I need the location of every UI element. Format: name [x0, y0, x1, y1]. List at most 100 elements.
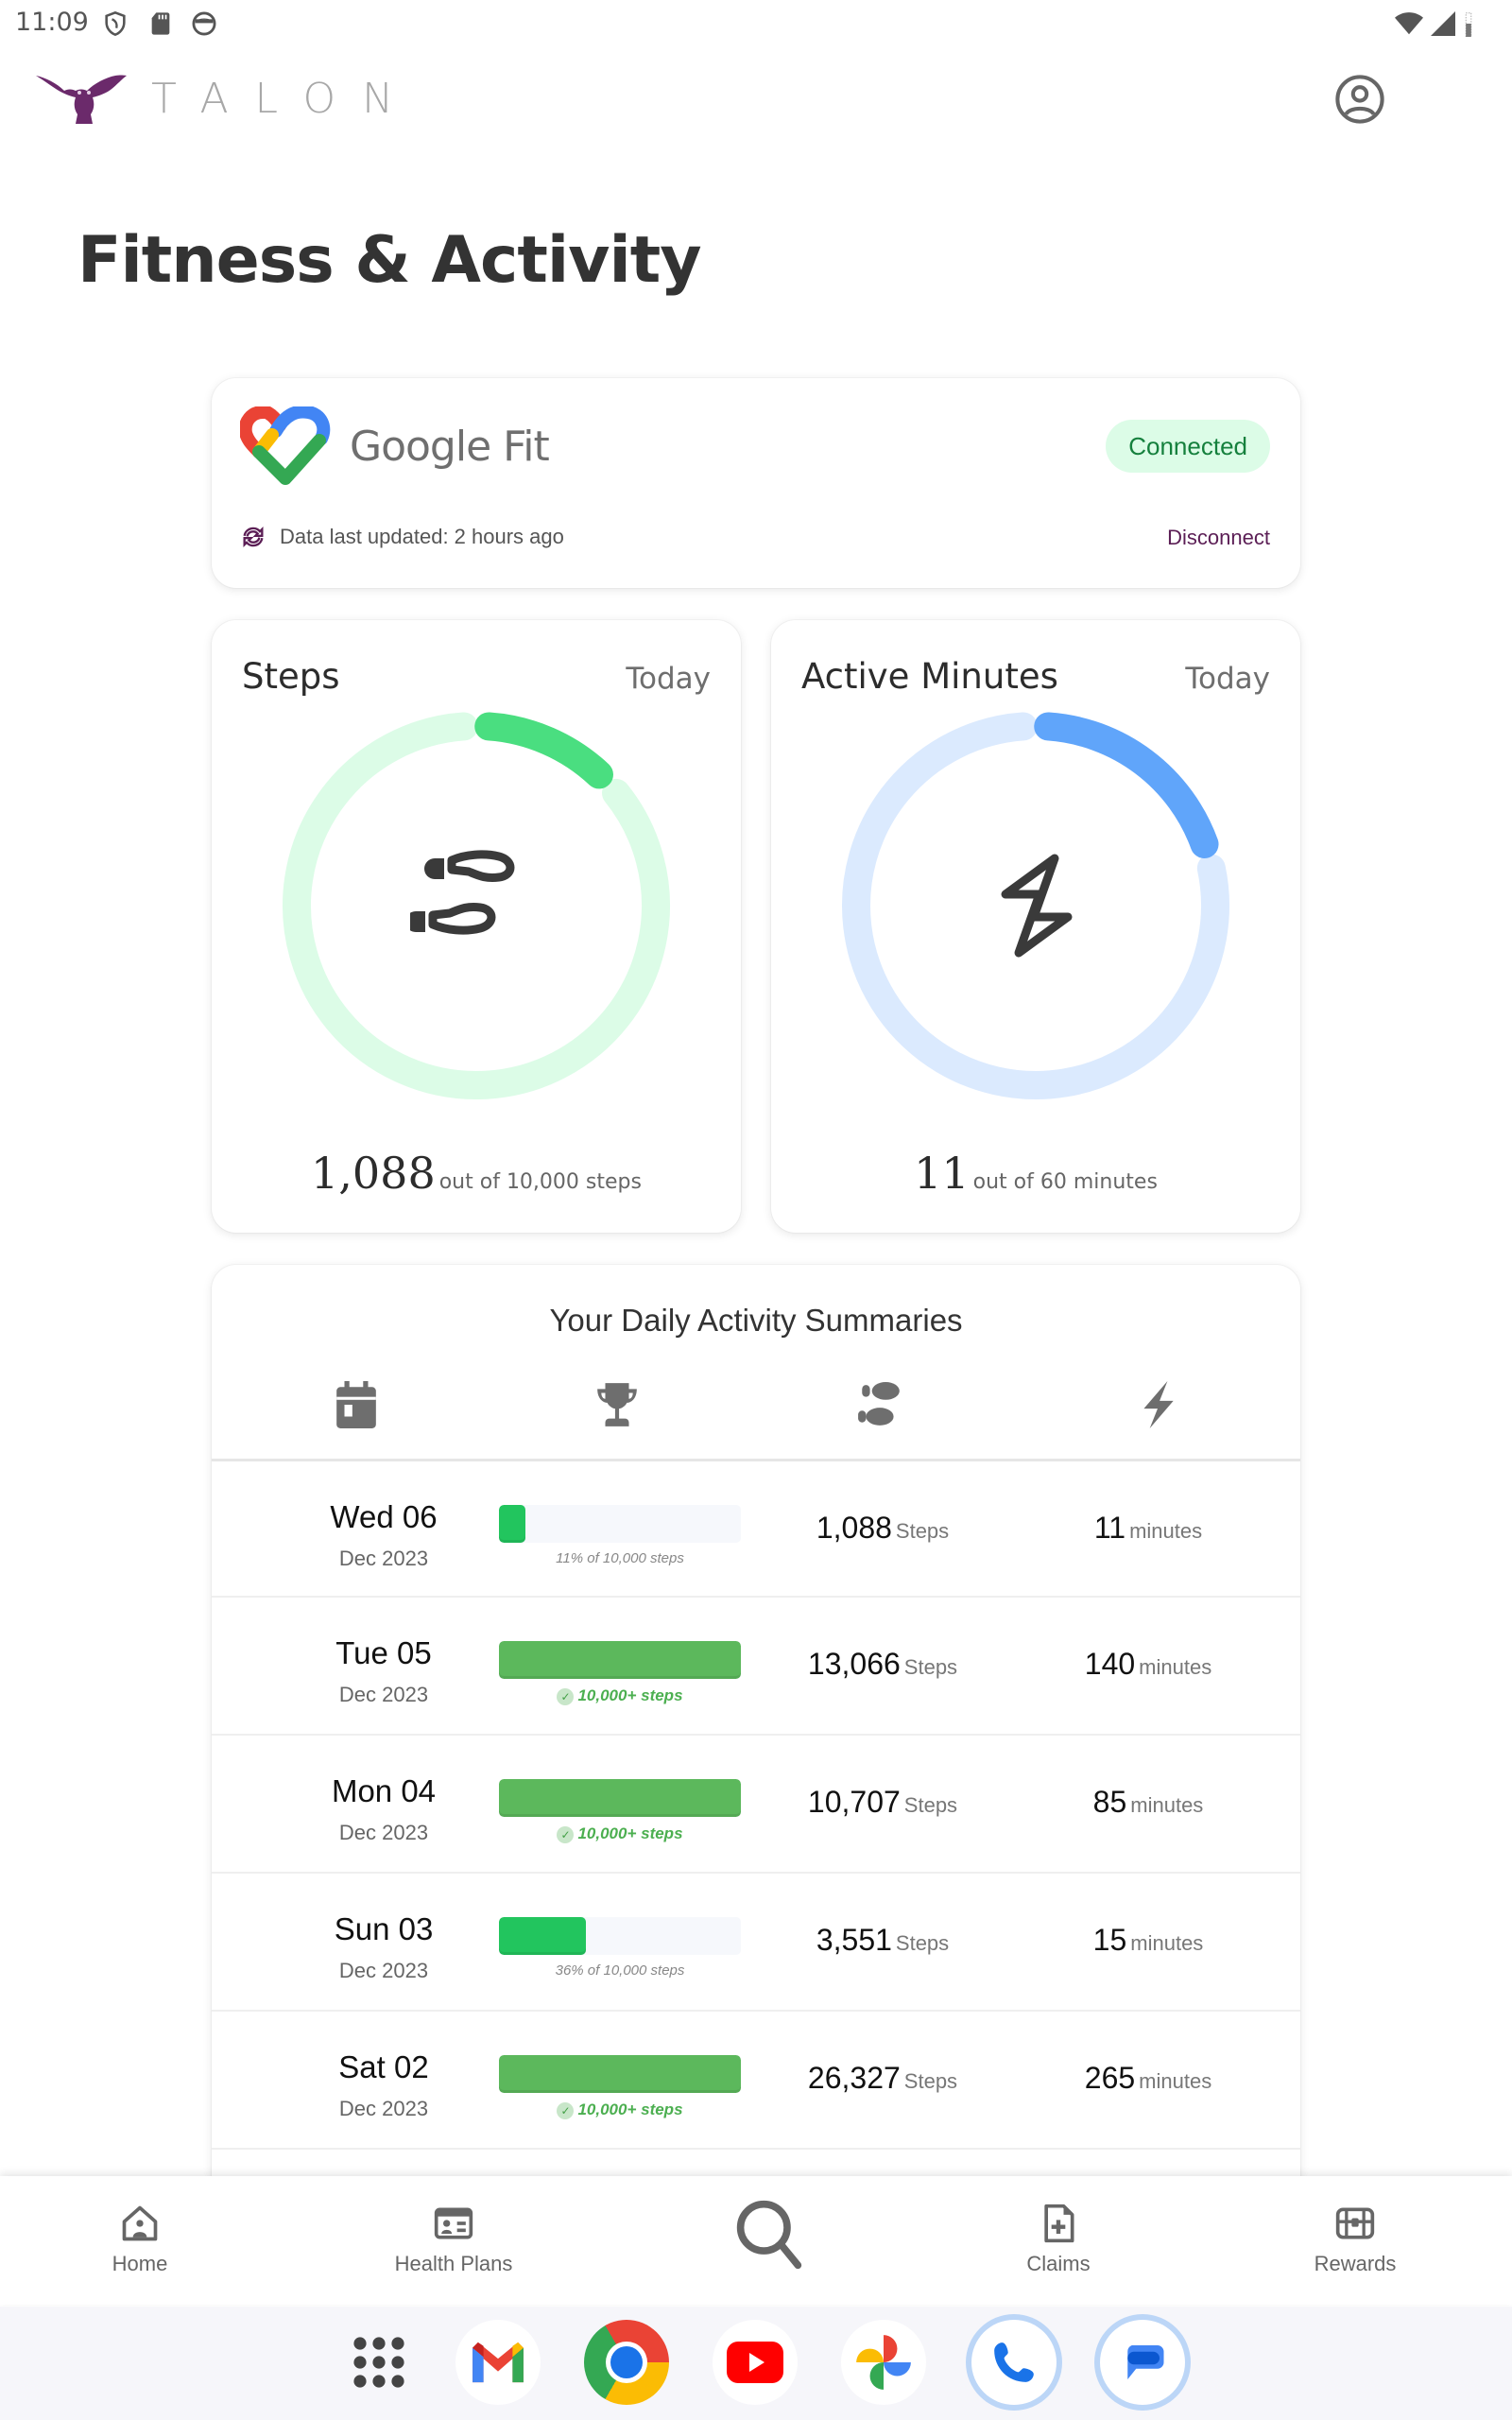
phone-icon [994, 2342, 1034, 2382]
phone-app[interactable] [971, 2320, 1057, 2405]
steps-unit: Steps [895, 1931, 950, 1955]
caption-text: 10,000+ steps [577, 1824, 683, 1842]
summary-row[interactable]: Sat 02 Dec 2023 ✓ 10,000+ steps 26,327 Steps 2… [212, 2012, 1300, 2150]
last-updated-text: Data last updated: 2 hours ago [280, 525, 564, 548]
summary-row[interactable]: Mon 04 Dec 2023 ✓ 10,000+ steps 10,707 Steps 8… [212, 1736, 1300, 1874]
sync-icon[interactable] [240, 524, 266, 550]
minutes-unit: minutes [1139, 1655, 1212, 1679]
summary-row[interactable]: Wed 06 Dec 2023 11% of 10,000 steps 1,088 St… [212, 1461, 1300, 1598]
row-month: Dec 2023 [338, 1683, 429, 1706]
nav-claims[interactable]: Claims [964, 2176, 1153, 2305]
nav-rewards[interactable]: Rewards [1261, 2176, 1450, 2305]
steps-goal-bar [499, 1779, 741, 1817]
nav-search[interactable] [673, 2176, 862, 2305]
row-minutes: 85 minutes [1024, 1785, 1272, 1820]
steps-goal-caption: ✓ 10,000+ steps [499, 2100, 741, 2119]
check-badge-icon: ✓ [557, 1825, 575, 1843]
steps-count: 3,551 [816, 1923, 892, 1957]
nav-home-label: Home [112, 2252, 168, 2275]
minutes-ring-fill [1034, 712, 1219, 858]
row-minutes: 265 minutes [1024, 2061, 1272, 2096]
chrome-app[interactable] [584, 2320, 669, 2405]
chrome-icon [606, 2342, 647, 2383]
steps-count: 13,066 [807, 1647, 901, 1681]
minutes-count: 265 [1084, 2061, 1136, 2095]
minutes-card-title: Active Minutes [801, 656, 1058, 697]
nav-health-plans-label: Health Plans [394, 2252, 513, 2275]
home-icon [122, 2205, 158, 2241]
row-month: Dec 2023 [338, 1821, 429, 1844]
app-drawer-button[interactable] [336, 2320, 421, 2405]
id-card-icon [434, 2207, 473, 2239]
youtube-app[interactable] [713, 2320, 798, 2405]
talon-logo[interactable]: TALON [36, 70, 420, 127]
steps-goal-caption: 36% of 10,000 steps [499, 1962, 741, 1979]
page-title: Fitness & Activity [77, 223, 702, 298]
google-fit-card: Google Fit Connected Data last updated: … [212, 378, 1300, 588]
steps-goal-bar-fill [499, 1917, 587, 1955]
nav-claims-label: Claims [1026, 2252, 1091, 2275]
search-icon [736, 2200, 802, 2270]
nav-home[interactable]: Home [45, 2176, 234, 2305]
steps-goal-bar [499, 1505, 741, 1543]
row-day: Sun 03 [334, 1911, 434, 1946]
steps-goal-bar-fill [499, 1779, 741, 1817]
lightning-icon [1143, 1381, 1174, 1428]
treasure-chest-icon [1335, 2207, 1375, 2239]
caption-text: 36% of 10,000 steps [555, 1962, 685, 1979]
nav-health-plans[interactable]: Health Plans [359, 2176, 548, 2305]
footsteps-icon [410, 850, 515, 935]
row-day: Sat 02 [338, 2049, 429, 2084]
youtube-icon [727, 2342, 783, 2383]
steps-goal-bar [499, 1917, 741, 1955]
steps-today-value: 1,088 [311, 1148, 436, 1199]
steps-goal-caption: ✓ 10,000+ steps [499, 1686, 741, 1705]
minutes-unit: minutes [1129, 1519, 1203, 1543]
minutes-today-value: 11 [914, 1148, 970, 1199]
photos-icon [856, 2335, 911, 2390]
steps-count: 26,327 [807, 2061, 901, 2095]
steps-unit: Steps [895, 1519, 950, 1543]
steps-count: 1,088 [816, 1511, 892, 1545]
steps-ring-fill [474, 712, 613, 789]
summary-row[interactable]: Tue 05 Dec 2023 ✓ 10,000+ steps 13,066 Steps 1… [212, 1598, 1300, 1736]
row-steps: 26,327 Steps [741, 2061, 1024, 2096]
active-minutes-card[interactable]: Active Minutes Today 11 out of 60 minutes [771, 620, 1300, 1233]
row-day: Tue 05 [335, 1635, 432, 1670]
steps-card-period: Today [626, 662, 711, 696]
status-time: 11:09 [15, 8, 89, 37]
app-header: TALON [0, 57, 1512, 142]
photos-app[interactable] [841, 2320, 926, 2405]
steps-card[interactable]: Steps Today 1,088 out of 10,000 steps [212, 620, 741, 1233]
steps-goal-bar [499, 2055, 741, 2093]
connection-status-badge: Connected [1106, 420, 1270, 473]
messages-app[interactable] [1100, 2320, 1185, 2405]
calendar-icon [336, 1381, 376, 1428]
gmail-icon [472, 2342, 524, 2383]
steps-goal-caption: 11% of 10,000 steps [499, 1550, 741, 1566]
row-day: Mon 04 [331, 1773, 437, 1808]
minutes-count: 85 [1092, 1785, 1127, 1819]
summary-row[interactable]: Sun 03 Dec 2023 36% of 10,000 steps 3,551 St… [212, 1874, 1300, 2012]
summary-rows: Wed 06 Dec 2023 11% of 10,000 steps 1,088 St… [212, 1461, 1300, 2150]
wifi-icon [1395, 12, 1423, 35]
app-grid-icon [353, 2337, 404, 2388]
last-updated: Data last updated: 2 hours ago [240, 524, 564, 550]
medical-document-icon [1044, 2204, 1074, 2243]
minutes-unit: minutes [1139, 2069, 1212, 2093]
gmail-app[interactable] [455, 2320, 541, 2405]
row-month: Dec 2023 [338, 1959, 429, 1982]
row-steps: 13,066 Steps [741, 1647, 1024, 1682]
sd-card-icon [151, 12, 170, 35]
minutes-goal-text: out of 60 minutes [972, 1170, 1158, 1194]
steps-goal-caption: ✓ 10,000+ steps [499, 1824, 741, 1843]
system-dock [0, 2307, 1512, 2420]
disconnect-link[interactable]: Disconnect [1167, 526, 1270, 550]
steps-goal-bar-fill [499, 2055, 741, 2093]
row-month: Dec 2023 [338, 2097, 429, 2120]
vpn-shield-icon [105, 10, 126, 37]
steps-goal-bar-fill [499, 1505, 526, 1543]
account-circle-icon[interactable] [1334, 74, 1385, 125]
steps-card-value: 1,088 out of 10,000 steps [212, 1148, 741, 1199]
nav-rewards-label: Rewards [1314, 2252, 1397, 2275]
